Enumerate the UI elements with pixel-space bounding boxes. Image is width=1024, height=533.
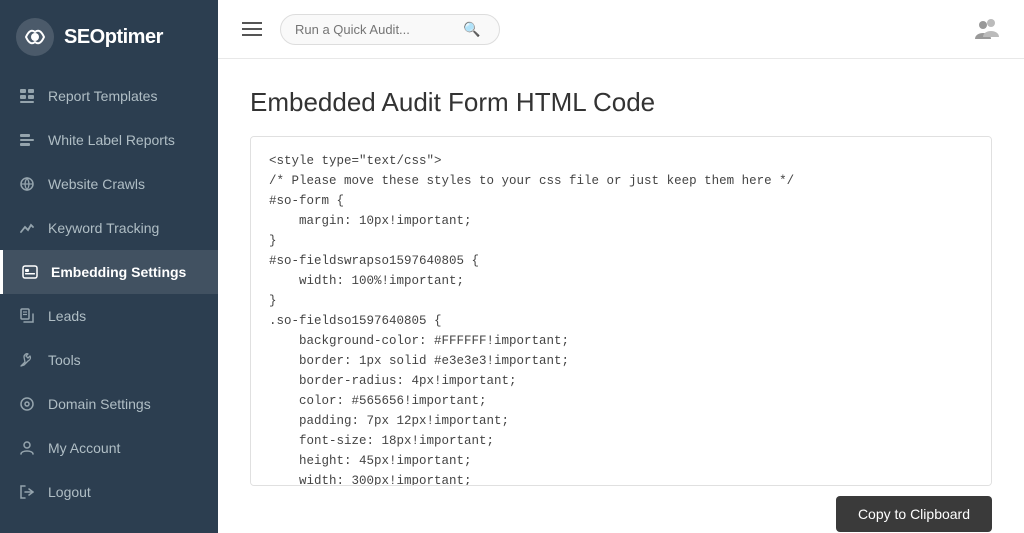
page-content: Embedded Audit Form HTML Code <style typ… <box>218 59 1024 533</box>
sidebar-item-leads[interactable]: Leads <box>0 294 218 338</box>
sidebar-item-tools[interactable]: Tools <box>0 338 218 382</box>
label-icon <box>18 131 36 149</box>
main-content: 🔍 Embedded Audit Form HTML Code <style t… <box>218 0 1024 533</box>
domain-icon <box>18 395 36 413</box>
app-title: SEOptimer <box>64 26 163 49</box>
sidebar-item-logout[interactable]: Logout <box>0 470 218 514</box>
bottom-bar: Copy to Clipboard <box>250 486 992 532</box>
topbar-right <box>970 12 1004 46</box>
sidebar-item-my-account[interactable]: My Account <box>0 426 218 470</box>
logo: SEOptimer <box>0 0 218 74</box>
code-block: <style type="text/css"> /* Please move t… <box>251 137 991 486</box>
sidebar-item-domain-settings[interactable]: Domain Settings <box>0 382 218 426</box>
sidebar-item-report-templates[interactable]: Report Templates <box>0 74 218 118</box>
sidebar-label-my-account: My Account <box>48 440 120 456</box>
sidebar-label-leads: Leads <box>48 308 86 324</box>
logout-icon <box>18 483 36 501</box>
sidebar-label-website-crawls: Website Crawls <box>48 176 145 192</box>
hamburger-button[interactable] <box>238 18 266 40</box>
hamburger-line-1 <box>242 22 262 24</box>
hamburger-line-2 <box>242 28 262 30</box>
search-icon: 🔍 <box>463 21 480 38</box>
topbar: 🔍 <box>218 0 1024 59</box>
user-avatar-icon <box>971 13 1003 45</box>
logo-icon <box>16 18 54 56</box>
search-input[interactable] <box>295 22 455 37</box>
code-container[interactable]: <style type="text/css"> /* Please move t… <box>250 136 992 486</box>
page-title: Embedded Audit Form HTML Code <box>250 87 992 118</box>
sidebar-item-white-label-reports[interactable]: White Label Reports <box>0 118 218 162</box>
leads-icon <box>18 307 36 325</box>
sidebar-item-website-crawls[interactable]: Website Crawls <box>0 162 218 206</box>
copy-to-clipboard-button[interactable]: Copy to Clipboard <box>836 496 992 532</box>
sidebar-label-tools: Tools <box>48 352 81 368</box>
sidebar-label-keyword-tracking: Keyword Tracking <box>48 220 159 236</box>
sidebar-label-white-label-reports: White Label Reports <box>48 132 175 148</box>
sidebar-label-domain-settings: Domain Settings <box>48 396 151 412</box>
template-icon <box>18 87 36 105</box>
tools-icon <box>18 351 36 369</box>
sidebar-item-embedding-settings[interactable]: Embedding Settings <box>0 250 218 294</box>
sidebar-label-report-templates: Report Templates <box>48 88 157 104</box>
user-avatar[interactable] <box>970 12 1004 46</box>
crawl-icon <box>18 175 36 193</box>
sidebar-item-keyword-tracking[interactable]: Keyword Tracking <box>0 206 218 250</box>
sidebar-label-embedding-settings: Embedding Settings <box>51 264 186 280</box>
keyword-icon <box>18 219 36 237</box>
embed-icon <box>21 263 39 281</box>
account-icon <box>18 439 36 457</box>
hamburger-line-3 <box>242 34 262 36</box>
sidebar-label-logout: Logout <box>48 484 91 500</box>
sidebar: SEOptimer Report Templates White Label R… <box>0 0 218 533</box>
search-bar: 🔍 <box>280 14 500 45</box>
sidebar-nav: Report Templates White Label Reports Web… <box>0 74 218 533</box>
